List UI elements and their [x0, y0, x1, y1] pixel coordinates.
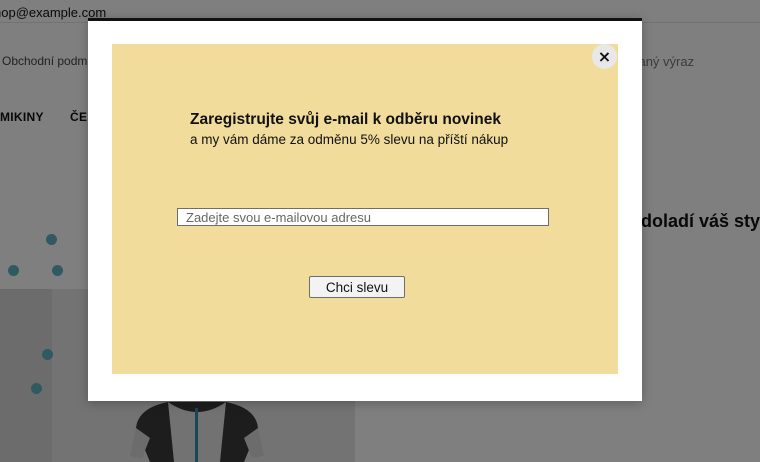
- newsletter-panel: Zaregistrujte svůj e-mail k odběru novin…: [112, 44, 618, 374]
- newsletter-title: Zaregistrujte svůj e-mail k odběru novin…: [190, 111, 501, 128]
- close-icon[interactable]: ×: [592, 44, 617, 69]
- newsletter-modal: Zaregistrujte svůj e-mail k odběru novin…: [88, 18, 642, 401]
- submit-discount-button[interactable]: Chci slevu: [309, 276, 405, 298]
- newsletter-subtitle: a my vám dáme za odměnu 5% slevu na příš…: [190, 132, 509, 147]
- email-input[interactable]: [177, 208, 549, 226]
